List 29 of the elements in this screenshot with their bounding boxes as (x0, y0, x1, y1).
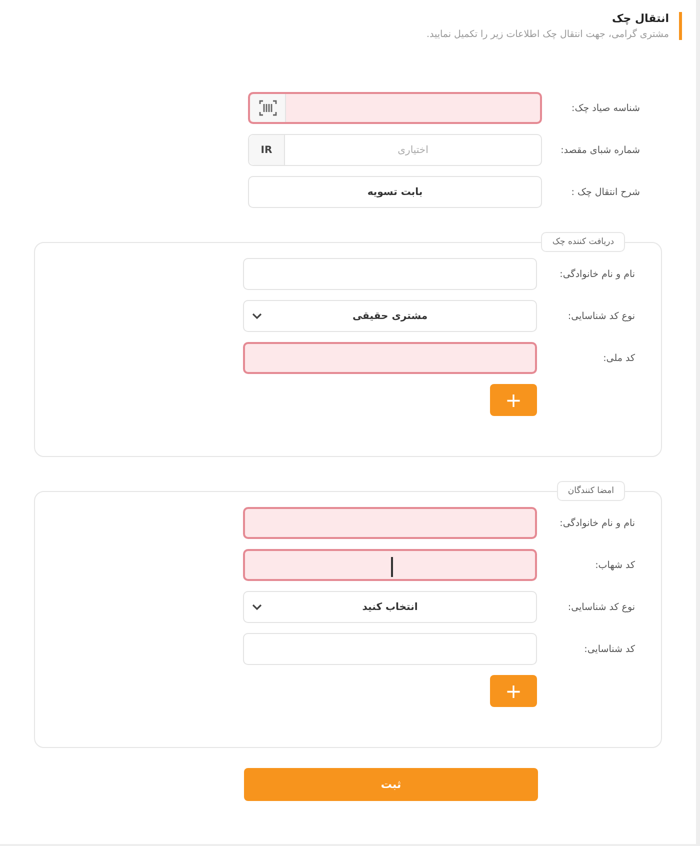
input-field[interactable] (248, 92, 542, 124)
scan-button[interactable] (250, 94, 286, 122)
page-title: انتقال چک (610, 12, 669, 25)
barcode-scan-icon (258, 100, 276, 116)
group-legend: دریافت کننده چک (541, 232, 625, 252)
page-subtitle: مشتری گرامی، جهت انتقال چک اطلاعات زیر را تکمیل نمایید. (425, 29, 669, 40)
input-field[interactable] (243, 507, 537, 539)
field-label: کد شناسایی: (583, 644, 635, 654)
field-label: نوع کد شناسایی: (566, 310, 635, 322)
field-placeholder: اختیاری (398, 144, 428, 156)
input-field[interactable]: بابت تسویه (248, 176, 542, 208)
field-label: نام و نام خانوادگی: (558, 518, 635, 528)
field-label: نام و نام خانوادگی: (558, 268, 635, 280)
select-field[interactable]: انتخاب کنید (243, 591, 537, 623)
field-prefix: IR (249, 135, 285, 165)
chevron-icon (252, 604, 262, 611)
field-label: شماره شبای مقصد: (560, 144, 640, 156)
text-cursor (391, 557, 393, 577)
field-label: کد شهاب: (594, 560, 635, 570)
field-label: کد ملی: (602, 352, 635, 364)
field-value: بابت تسویه (367, 186, 423, 198)
select-field[interactable]: مشتری حقیقی (243, 300, 537, 332)
group-legend: امضا کنندگان (556, 481, 625, 501)
input-field[interactable] (243, 342, 537, 374)
field-label: شرح انتقال چک : (570, 186, 640, 198)
input-field[interactable] (243, 549, 537, 581)
field-label: شناسه صیاد چک: (570, 102, 640, 114)
field-label: نوع کد شناسایی: (566, 602, 635, 612)
chevron-icon (252, 313, 262, 320)
